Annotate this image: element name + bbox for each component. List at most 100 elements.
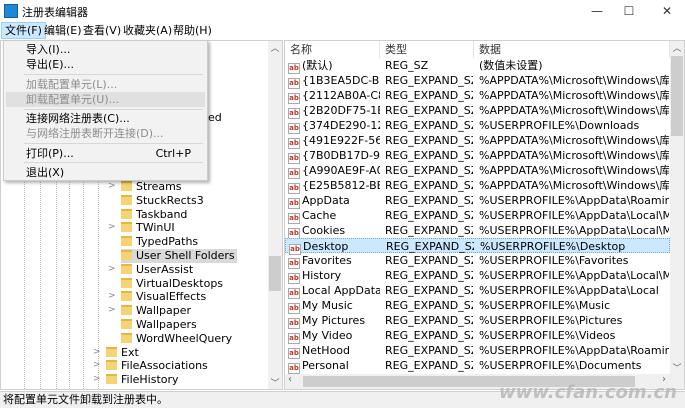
scroll-left-arrow-icon[interactable]: ‹	[288, 374, 292, 385]
menu-item-print[interactable]: 打印(P)... Ctrl+P	[6, 146, 205, 161]
tree-item[interactable]: User Shell Folders	[121, 249, 237, 263]
value-data-cell: %USERPROFILE%\AppData\Local\Microsof	[479, 209, 669, 222]
menu-favorites[interactable]: 收藏夹(A)	[120, 22, 175, 39]
minimize-button[interactable]: —	[580, 0, 614, 22]
value-row[interactable]: ab History REG_EXPAND_SZ %USERPROFILE%\AppD…	[285, 268, 670, 284]
scroll-up-arrow-icon[interactable]: ︿	[268, 41, 282, 54]
value-row[interactable]: ab My Video REG_EXPAND_SZ %USERPROFILE%\Vid…	[285, 328, 670, 344]
tree-item[interactable]: Streams	[121, 180, 184, 194]
value-row[interactable]: ab{E25B5812-BE8... REG_EXPAND_SZ %APPDATA%…	[285, 178, 670, 194]
value-row[interactable]: ab AppData REG_EXPAND_SZ %USERPROFILE%\AppD…	[285, 193, 670, 209]
tree-item[interactable]: Taskband	[121, 208, 189, 222]
menu-file[interactable]: 文件(F)	[1, 22, 46, 39]
value-row[interactable]: ab My Pictures REG_EXPAND_SZ %USERPROFILE%\…	[285, 313, 670, 329]
menu-item-connect-network-registry[interactable]: 连接网络注册表(C)...	[6, 111, 205, 126]
tree-item[interactable]: TWinUI	[121, 221, 177, 235]
menu-bar: 文件(F) 编辑(E) 查看(V) 收藏夹(A) 帮助(H)	[0, 22, 685, 39]
tree-item-label: UserAssist	[136, 262, 194, 276]
menu-item-load-hive[interactable]: 加载配置单元(L)...	[6, 77, 205, 92]
value-row[interactable]: ab NetHood REG_EXPAND_SZ %USERPROFILE%\AppD…	[285, 343, 670, 359]
value-row[interactable]: ab Cookies REG_EXPAND_SZ %USERPROFILE%\AppD…	[285, 223, 670, 239]
value-name: History	[302, 269, 342, 282]
tree-vertical-scrollbar[interactable]: ︿ ﹀	[268, 41, 282, 389]
close-button[interactable]: ✕	[650, 0, 684, 22]
value-type-cell: REG_EXPAND_SZ	[385, 179, 473, 192]
value-name-cell: ab Cookies	[288, 223, 380, 239]
tree-item[interactable]: UserAssist	[121, 263, 195, 277]
value-type-cell: REG_EXPAND_SZ	[386, 240, 474, 253]
value-name-cell: ab AppData	[288, 193, 380, 209]
value-data-cell: %USERPROFILE%\Documents	[479, 359, 642, 372]
column-header-data[interactable]: 数据	[474, 41, 670, 58]
expand-chevron-icon[interactable]: >	[93, 374, 101, 384]
value-row[interactable]: ab{2B20DF75-1E... REG_EXPAND_SZ %APPDATA%\…	[285, 103, 670, 119]
expand-chevron-icon[interactable]: >	[108, 291, 116, 301]
expand-chevron-icon[interactable]: >	[108, 264, 116, 274]
value-row[interactable]: ab{1B3EA5DC-B5... REG_EXPAND_SZ %APPDATA%\…	[285, 73, 670, 89]
menu-item-exit[interactable]: 退出(X)	[6, 165, 205, 180]
tree-item[interactable]: FileHistory	[106, 373, 181, 387]
menu-help[interactable]: 帮助(H)	[170, 22, 215, 39]
value-name: NetHood	[302, 344, 351, 357]
expand-chevron-icon[interactable]: >	[108, 181, 116, 191]
value-row[interactable]: ab Favorites REG_EXPAND_SZ %USERPROFILE%\Fa…	[285, 253, 670, 269]
value-name: AppData	[302, 194, 350, 207]
tree-item[interactable]: StuckRects3	[121, 194, 206, 208]
menu-edit[interactable]: 编辑(E)	[41, 22, 85, 39]
maximize-button[interactable]: ☐	[612, 0, 646, 22]
value-row[interactable]: ab Cache REG_EXPAND_SZ %USERPROFILE%\AppDat…	[285, 208, 670, 224]
expand-chevron-icon[interactable]: >	[108, 222, 116, 232]
menu-item-disconnect-network-registry[interactable]: 与网络注册表断开连接(D)...	[6, 126, 205, 141]
value-row[interactable]: ab Personal REG_EXPAND_SZ %USERPROFILE%\Doc…	[285, 358, 670, 374]
menu-view[interactable]: 查看(V)	[80, 22, 124, 39]
menu-item-unload-hive[interactable]: 卸载配置单元(U)...	[6, 92, 205, 107]
value-row[interactable]: ab{A990AE9F-A0... REG_EXPAND_SZ %APPDATA%\…	[285, 163, 670, 179]
list-scroll-thumb[interactable]	[671, 56, 683, 136]
expand-chevron-icon[interactable]: >	[93, 360, 101, 370]
value-row[interactable]: ab My Music REG_EXPAND_SZ %USERPROFILE%\Mus…	[285, 298, 670, 314]
value-type-cell: REG_EXPAND_SZ	[385, 119, 473, 132]
value-row[interactable]: ab{491E922F-564... REG_EXPAND_SZ %APPDATA%…	[285, 133, 670, 149]
value-name-cell: ab{1B3EA5DC-B5...	[288, 73, 380, 89]
menu-item-export[interactable]: 导出(E)...	[6, 57, 205, 72]
menu-item-import[interactable]: 导入(I)...	[6, 42, 205, 57]
list-vertical-scrollbar[interactable]: ︿ ﹀	[670, 41, 684, 374]
tree-item[interactable]: FileAssociations	[106, 359, 210, 373]
scroll-down-arrow-icon[interactable]: ﹀	[670, 361, 684, 374]
value-type-cell: REG_EXPAND_SZ	[385, 209, 473, 222]
value-name: My Music	[302, 299, 353, 312]
value-data-cell: %USERPROFILE%\AppData\Local	[479, 284, 659, 297]
column-header-name[interactable]: 名称	[285, 41, 380, 58]
tree-item-label: VirtualDesktops	[136, 276, 224, 290]
tree-item[interactable]: WordWheelQuery	[121, 332, 234, 346]
tree-item-label: WordWheelQuery	[136, 331, 233, 345]
scroll-down-arrow-icon[interactable]: ﹀	[268, 376, 282, 389]
expand-chevron-icon[interactable]: >	[93, 347, 101, 357]
tree-scroll-thumb[interactable]	[269, 256, 281, 291]
value-row[interactable]: ab{7B0DB17D-9C... REG_EXPAND_SZ %APPDATA%\…	[285, 148, 670, 164]
tree-item[interactable]: Ext	[106, 346, 141, 360]
value-data-cell: %APPDATA%\Microsoft\Windows\库\Cam	[479, 104, 669, 117]
value-name: Cache	[302, 209, 337, 222]
tree-item[interactable]: VirtualDesktops	[121, 277, 225, 291]
expand-chevron-icon[interactable]: >	[108, 305, 116, 315]
scroll-up-arrow-icon[interactable]: ︿	[670, 41, 684, 54]
value-data-cell: %APPDATA%\Microsoft\Windows\库	[479, 74, 669, 87]
tree-item[interactable]: TypedPaths	[121, 235, 200, 249]
value-row[interactable]: ab Local AppData REG_EXPAND_SZ %USERPROFILE…	[285, 283, 670, 299]
tree-item[interactable]: Wallpapers	[121, 318, 199, 332]
values-list[interactable]: 名称 类型 数据 ab (默认) REG_SZ (数值未设置) ab {1B3EA5DC-…	[284, 40, 685, 390]
value-row[interactable]: ab (默认) REG_SZ (数值未设置)	[285, 58, 670, 74]
value-row[interactable]: ab{374DE290-12... REG_EXPAND_SZ %USERPROFI…	[285, 118, 670, 134]
value-name-cell: ab{491E922F-564...	[288, 133, 380, 149]
column-header-type[interactable]: 类型	[380, 41, 474, 58]
value-data-cell: %APPDATA%\Microsoft\Windows\库\Docu	[479, 149, 669, 162]
value-row[interactable]: ab{2112AB0A-C8... REG_EXPAND_SZ %APPDATA%\…	[285, 88, 670, 104]
menu-item-label: 连接网络注册表(C)...	[26, 112, 130, 125]
value-row[interactable]: ab Desktop REG_EXPAND_SZ %USERPROFILE%\Desk…	[285, 238, 670, 255]
tree-item[interactable]: Wallpaper	[121, 304, 193, 318]
tree-item[interactable]: VisualEffects	[121, 290, 208, 304]
window-title: 注册表编辑器	[22, 6, 88, 19]
value-name: {E25B5812-BE8...	[302, 179, 380, 192]
value-name: {374DE290-12...	[302, 119, 380, 132]
